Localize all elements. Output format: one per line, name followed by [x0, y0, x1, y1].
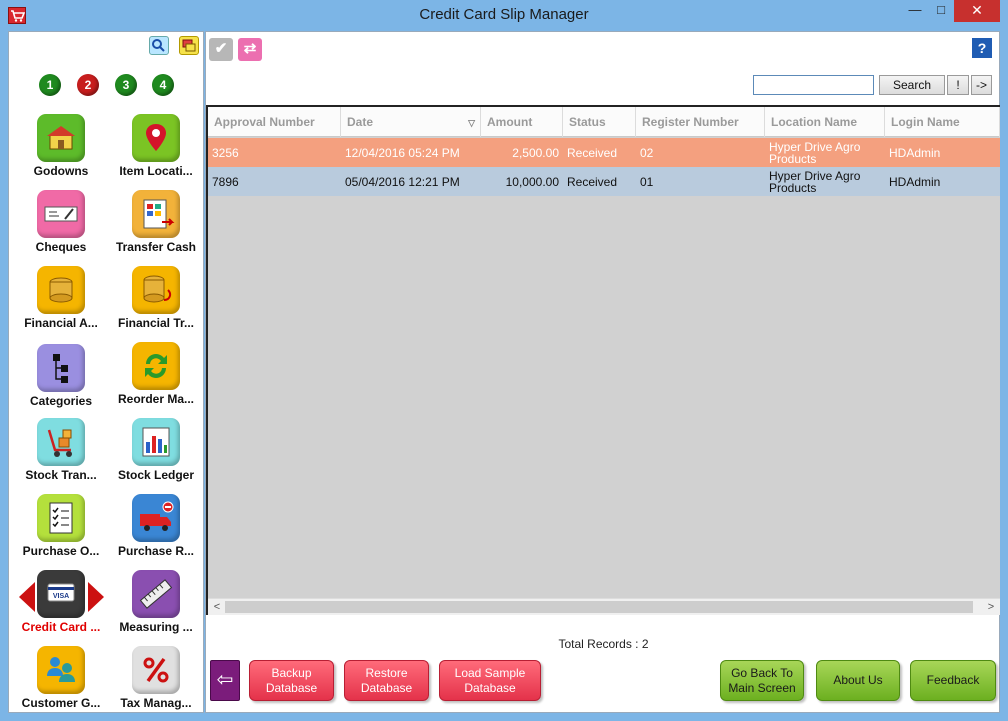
next-button[interactable]: ->	[971, 75, 992, 95]
search-input[interactable]	[753, 75, 874, 95]
cheque-icon	[37, 190, 85, 238]
title-bar: Credit Card Slip Manager — □ ✕	[0, 0, 1008, 31]
cell-status: Received	[567, 145, 618, 160]
table-row[interactable]: 7896 05/04/2016 12:21 PM 10,000.00 Recei…	[208, 167, 1000, 196]
sidebar-item-stock-ledger[interactable]: Stock Ledger	[108, 418, 203, 494]
page-3-button[interactable]: 3	[115, 74, 137, 96]
cell-amount: 10,000.00	[505, 174, 559, 189]
module-sidebar: 1 2 3 4 Godowns Item Locati... Cheques T…	[8, 31, 204, 713]
cell-date: 12/04/2016 05:24 PM	[345, 145, 460, 160]
backup-database-button[interactable]: Backup Database	[249, 660, 334, 701]
column-header-date[interactable]: Date ▽	[341, 107, 481, 137]
cell-register-number: 02	[640, 145, 654, 160]
total-records: Total Records : 2	[558, 637, 649, 651]
sidebar-item-godowns[interactable]: Godowns	[13, 114, 109, 190]
about-us-button[interactable]: About Us	[816, 660, 900, 701]
check-icon[interactable]: ✔	[209, 38, 233, 61]
users-icon	[37, 646, 85, 694]
sidebar-item-cheques[interactable]: Cheques	[13, 190, 109, 266]
page-4-button[interactable]: 4	[152, 74, 174, 96]
cell-location-name: Hyper Drive Agro Products	[769, 168, 861, 195]
table-row[interactable]: 3256 12/04/2016 05:24 PM 2,500.00 Receiv…	[208, 138, 1000, 167]
column-header-location-name[interactable]: Location Name	[765, 107, 885, 137]
column-header-status[interactable]: Status	[563, 107, 636, 137]
help-button[interactable]: ?	[972, 38, 992, 58]
sidebar-item-reorder-management[interactable]: Reorder Ma...	[108, 342, 203, 418]
window-title: Credit Card Slip Manager	[419, 6, 589, 23]
cell-login-name: HDAdmin	[889, 174, 941, 189]
sidebar-item-financial-transfers[interactable]: Financial Tr...	[108, 266, 203, 342]
cell-login-name: HDAdmin	[889, 145, 941, 160]
restore-database-button[interactable]: Restore Database	[344, 660, 429, 701]
records-grid: Approval Number Date ▽ Amount Status Reg…	[206, 105, 1000, 615]
feedback-button[interactable]: Feedback	[910, 660, 996, 701]
cell-register-number: 01	[640, 174, 654, 189]
main-panel: ✔ ⇄ ? Search ! -> Approval Number Date ▽…	[205, 31, 1000, 713]
sidebar-item-categories[interactable]: Categories	[13, 344, 109, 420]
sidebar-item-credit-card[interactable]: VISA Credit Card ...	[13, 570, 109, 646]
trolley-icon	[37, 418, 85, 466]
search-icon[interactable]	[149, 36, 169, 55]
column-header-approval-number[interactable]: Approval Number	[208, 107, 341, 137]
scroll-right-icon[interactable]: >	[984, 600, 998, 614]
column-header-amount[interactable]: Amount	[481, 107, 563, 137]
map-pin-icon	[132, 114, 180, 162]
scroll-left-icon[interactable]: <	[210, 600, 224, 614]
sidebar-item-item-location[interactable]: Item Locati...	[108, 114, 203, 190]
sort-filter-icon[interactable]: ▽	[468, 117, 475, 129]
cell-amount: 2,500.00	[512, 145, 559, 160]
cell-approval-number: 3256	[212, 145, 239, 160]
column-header-register-number[interactable]: Register Number	[636, 107, 765, 137]
back-button[interactable]: ⇦	[210, 660, 240, 701]
cell-status: Received	[567, 174, 618, 189]
tree-icon	[37, 344, 85, 392]
sidebar-item-purchase-orders[interactable]: Purchase O...	[13, 494, 109, 570]
cell-location-name: Hyper Drive Agro Products	[769, 139, 861, 166]
cell-date: 05/04/2016 12:21 PM	[345, 174, 460, 189]
exclaim-button[interactable]: !	[947, 75, 969, 95]
windows-icon[interactable]	[179, 36, 199, 55]
sidebar-item-measuring-units[interactable]: Measuring ...	[108, 570, 203, 646]
scroll-thumb[interactable]	[225, 601, 973, 613]
ruler-icon	[132, 570, 180, 618]
warehouse-icon	[37, 114, 85, 162]
swap-icon[interactable]: ⇄	[238, 38, 262, 61]
maximize-button[interactable]: □	[930, 0, 952, 22]
credit-card-icon: VISA	[37, 570, 85, 618]
recycle-icon	[132, 342, 180, 390]
sidebar-item-stock-transfer[interactable]: Stock Tran...	[13, 418, 109, 494]
percent-icon	[132, 646, 180, 694]
load-sample-database-button[interactable]: Load Sample Database	[439, 660, 541, 701]
page-2-button[interactable]: 2	[77, 74, 99, 96]
sidebar-item-purchase-returns[interactable]: Purchase R...	[108, 494, 203, 570]
svg-text:VISA: VISA	[53, 593, 69, 600]
column-header-date-label: Date	[347, 115, 374, 129]
coins-icon	[37, 266, 85, 314]
go-back-main-screen-button[interactable]: Go Back To Main Screen	[720, 660, 804, 701]
search-button[interactable]: Search	[879, 75, 945, 95]
column-header-login-name[interactable]: Login Name	[885, 107, 1000, 137]
bar-chart-icon	[132, 418, 180, 466]
coins-transfer-icon	[132, 266, 180, 314]
truck-icon	[132, 494, 180, 542]
grid-header: Approval Number Date ▽ Amount Status Reg…	[208, 107, 1000, 137]
horizontal-scrollbar[interactable]: < >	[208, 598, 1000, 615]
minimize-button[interactable]: —	[904, 0, 926, 22]
back-arrow-icon: ⇦	[216, 669, 234, 691]
cell-approval-number: 7896	[212, 174, 239, 189]
cash-register-icon	[132, 190, 180, 238]
sidebar-item-tax-management[interactable]: Tax Manag...	[108, 646, 203, 712]
sidebar-item-customer-groups[interactable]: Customer G...	[13, 646, 109, 712]
page-1-button[interactable]: 1	[39, 74, 61, 96]
sidebar-item-financial-accounts[interactable]: Financial A...	[13, 266, 109, 342]
close-button[interactable]: ✕	[954, 0, 1000, 22]
sidebar-item-transfer-cash[interactable]: Transfer Cash	[108, 190, 203, 266]
checklist-icon	[37, 494, 85, 542]
